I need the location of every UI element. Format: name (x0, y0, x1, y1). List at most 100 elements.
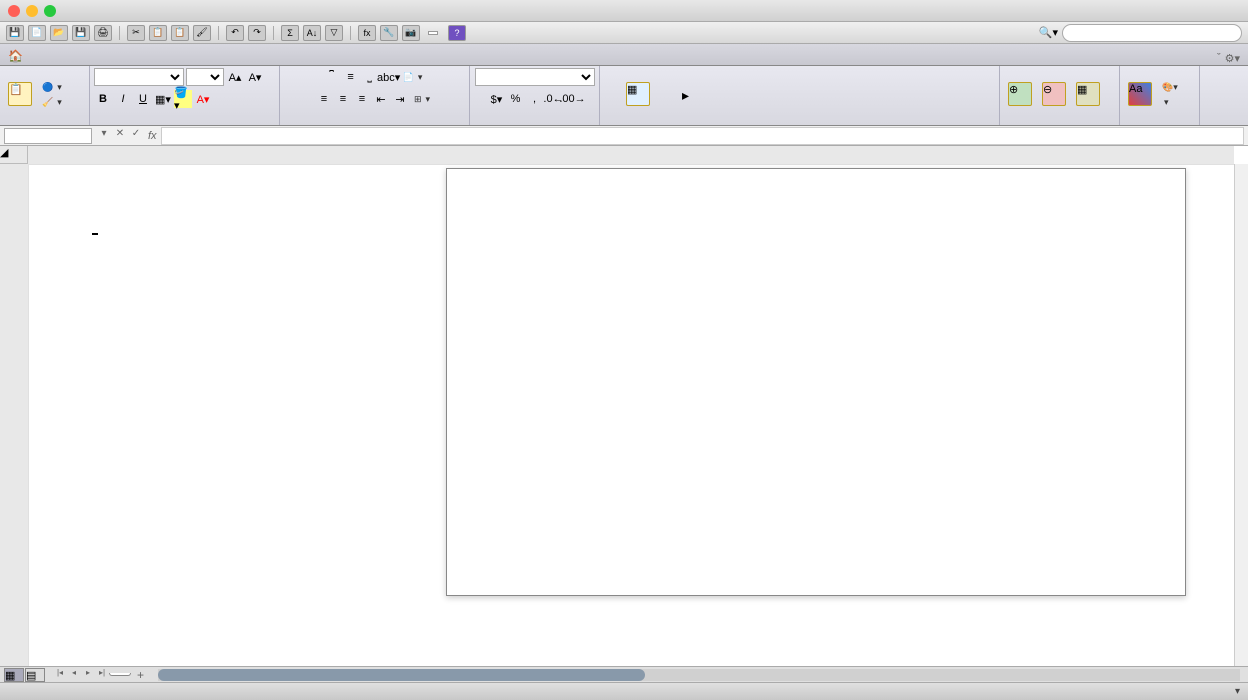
font-color-button[interactable]: A▾ (194, 90, 212, 108)
indent-dec-icon[interactable]: ⇤ (372, 90, 390, 108)
conditional-formatting-icon: ▦ (626, 82, 650, 106)
align-bottom-icon[interactable]: ⎵ (361, 68, 379, 86)
group-label-edit (4, 122, 85, 123)
zoom-window-button[interactable] (44, 5, 56, 17)
formula-bar: ▾ ✕ ✓ fx (0, 126, 1248, 146)
delete-cells-button[interactable]: ⊖ (1038, 80, 1070, 110)
gantt-chart[interactable] (446, 168, 1186, 596)
open-icon[interactable]: 📂 (50, 25, 68, 41)
help-icon[interactable]: ? (448, 25, 466, 41)
name-box-dropdown-icon[interactable]: ▾ (96, 128, 112, 144)
toolbox-icon[interactable]: 🔧 (380, 25, 398, 41)
comma-icon[interactable]: , (526, 90, 544, 108)
ribbon-options-icon[interactable]: ⚙▾ (1225, 52, 1240, 65)
group-label-alignment (284, 122, 465, 123)
sheet-tab-active[interactable] (109, 673, 131, 676)
bold-button[interactable]: B (94, 90, 112, 108)
grow-font-icon[interactable]: A▴ (226, 68, 244, 86)
theme-colors-button[interactable]: 🎨▾ (1158, 81, 1182, 94)
wrap-text-button[interactable]: 📄 ▾ (399, 68, 427, 86)
font-size-select[interactable] (186, 68, 224, 86)
sheet-nav-last-icon[interactable]: ▸| (95, 668, 109, 682)
clear-button[interactable]: 🧹 ▾ (38, 96, 66, 109)
styles-more-icon[interactable]: ▸ (682, 87, 689, 104)
themes-icon: Aa (1128, 82, 1152, 106)
align-top-icon[interactable]: ⎴ (323, 68, 341, 86)
align-left-icon[interactable]: ≡ (315, 90, 333, 108)
zoom-select[interactable] (428, 31, 438, 35)
new-icon[interactable]: 📄 (28, 25, 46, 41)
fill-button[interactable]: 🔵 ▾ (38, 81, 66, 94)
add-sheet-button[interactable]: + (131, 668, 150, 682)
currency-icon[interactable]: $▾ (488, 90, 506, 108)
indent-inc-icon[interactable]: ⇥ (391, 90, 409, 108)
name-box[interactable] (4, 128, 92, 144)
align-right-icon[interactable]: ≡ (353, 90, 371, 108)
sheet-nav-first-icon[interactable]: |◂ (53, 668, 67, 682)
number-format-select[interactable] (475, 68, 595, 86)
print-icon[interactable]: 🖨 (94, 25, 112, 41)
fill-color-button[interactable]: 🪣▾ (174, 90, 192, 108)
chart-title (447, 169, 1185, 181)
collapse-ribbon-icon[interactable]: ˇ (1217, 52, 1221, 65)
vertical-scrollbar[interactable] (1234, 164, 1248, 666)
italic-button[interactable]: I (114, 90, 132, 108)
sheet-nav-prev-icon[interactable]: ◂ (67, 668, 81, 682)
formula-input[interactable] (161, 127, 1244, 145)
group-label-format (604, 122, 995, 123)
window-titlebar (0, 0, 1248, 22)
format-painter-icon[interactable]: 🖌 (193, 25, 211, 41)
insert-icon: ⊕ (1008, 82, 1032, 106)
group-label-cells (1004, 122, 1115, 123)
search-icon[interactable]: 🔍▾ (1039, 26, 1058, 39)
sheet-nav-next-icon[interactable]: ▸ (81, 668, 95, 682)
decimal-dec-icon[interactable]: .00→ (564, 90, 582, 108)
horizontal-scrollbar[interactable] (158, 669, 1240, 681)
view-layout-button[interactable]: ▤ (25, 668, 45, 682)
merge-button[interactable]: ⊞ ▾ (410, 90, 434, 108)
paste-button[interactable]: 📋 (4, 80, 36, 110)
clipboard-icon: 📋 (8, 82, 32, 106)
sort-icon[interactable]: A↓ (303, 25, 321, 41)
themes-button[interactable]: Aa (1124, 80, 1156, 110)
orientation-icon[interactable]: abc▾ (380, 68, 398, 86)
border-button[interactable]: ▦▾ (154, 90, 172, 108)
task-table[interactable] (92, 233, 98, 235)
theme-fonts-button[interactable]: ▾ (1158, 96, 1182, 109)
cut-icon[interactable]: ✂ (127, 25, 145, 41)
align-center-icon[interactable]: ≡ (334, 90, 352, 108)
fx-icon[interactable]: fx (148, 130, 157, 142)
save-as-icon[interactable]: 💾 (72, 25, 90, 41)
spreadsheet-grid[interactable]: ◢ (0, 146, 1248, 666)
insert-cells-button[interactable]: ⊕ (1004, 80, 1036, 110)
shrink-font-icon[interactable]: A▾ (246, 68, 264, 86)
minimize-window-button[interactable] (26, 5, 38, 17)
select-all-corner[interactable]: ◢ (0, 146, 28, 164)
save-icon[interactable]: 💾 (6, 25, 24, 41)
cancel-formula-icon[interactable]: ✕ (112, 128, 128, 144)
quick-access-toolbar: 💾 📄 📂 💾 🖨 ✂ 📋 📋 🖌 ↶ ↷ Σ A↓ ▽ fx 🔧 📷 ? 🔍▾ (0, 22, 1248, 44)
font-name-select[interactable] (94, 68, 184, 86)
format-cells-button[interactable]: ▦ (1072, 80, 1104, 110)
view-normal-button[interactable]: ▦ (4, 668, 24, 682)
align-middle-icon[interactable]: ≡ (342, 68, 360, 86)
redo-icon[interactable]: ↷ (248, 25, 266, 41)
undo-icon[interactable]: ↶ (226, 25, 244, 41)
status-menu-icon[interactable]: ▾ (1235, 686, 1240, 697)
home-icon[interactable]: 🏠 (8, 49, 24, 65)
underline-button[interactable]: U (134, 90, 152, 108)
filter-icon[interactable]: ▽ (325, 25, 343, 41)
search-input[interactable] (1062, 24, 1242, 42)
ribbon-tabs: 🏠 ˇ ⚙▾ (0, 44, 1248, 66)
fx-icon[interactable]: fx (358, 25, 376, 41)
conditional-formatting-button[interactable]: ▦ (604, 80, 672, 110)
status-bar: ▾ (0, 682, 1248, 700)
media-icon[interactable]: 📷 (402, 25, 420, 41)
percent-icon[interactable]: % (507, 90, 525, 108)
close-window-button[interactable] (8, 5, 20, 17)
group-label-themes (1124, 122, 1195, 123)
accept-formula-icon[interactable]: ✓ (128, 128, 144, 144)
paste-icon[interactable]: 📋 (171, 25, 189, 41)
copy-icon[interactable]: 📋 (149, 25, 167, 41)
autosum-icon[interactable]: Σ (281, 25, 299, 41)
